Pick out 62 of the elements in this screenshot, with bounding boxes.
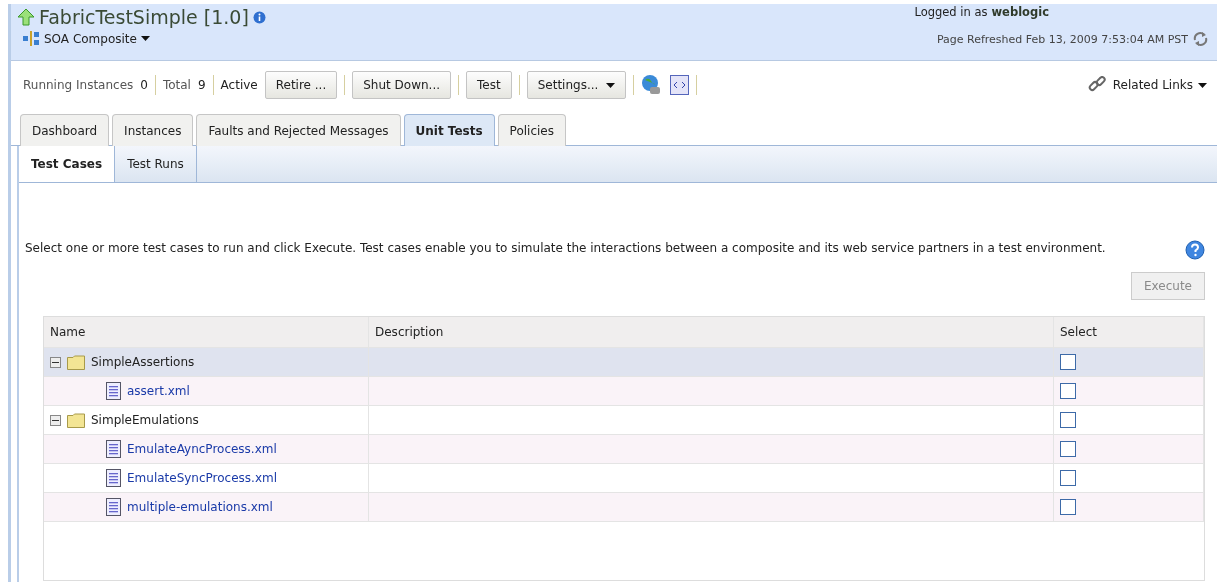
- up-arrow-icon: [17, 8, 35, 26]
- file-link[interactable]: EmulateSyncProcess.xml: [127, 471, 278, 485]
- file-link[interactable]: assert.xml: [127, 384, 190, 398]
- info-icon[interactable]: [252, 10, 266, 24]
- toolbar-button[interactable]: Test: [466, 71, 512, 99]
- caret-icon: [1198, 82, 1207, 88]
- folder-icon: [67, 354, 85, 370]
- stat-label: Total: [162, 78, 191, 92]
- toolbar-button[interactable]: Retire ...: [264, 71, 338, 99]
- collapse-icon[interactable]: [50, 414, 61, 426]
- select-checkbox[interactable]: [1060, 383, 1076, 399]
- page-title: FabricTestSimple [1.0]: [39, 6, 249, 28]
- document-icon: [106, 440, 121, 458]
- stat-value: 9: [197, 78, 206, 92]
- soa-composite-menu[interactable]: SOA Composite: [44, 31, 150, 46]
- select-checkbox[interactable]: [1060, 441, 1076, 457]
- refresh-icon[interactable]: [1192, 31, 1209, 47]
- folder-name: SimpleEmulations: [91, 413, 199, 427]
- folder-icon: [67, 412, 85, 428]
- select-checkbox[interactable]: [1060, 412, 1076, 428]
- column-header: Description: [375, 325, 444, 339]
- file-link[interactable]: EmulateAyncProcess.xml: [127, 442, 277, 456]
- select-checkbox[interactable]: [1060, 354, 1076, 370]
- logged-in-label: Logged in as: [914, 5, 988, 19]
- table-row[interactable]: SimpleAssertions: [44, 348, 1204, 377]
- related-links-menu[interactable]: Related Links: [1112, 71, 1207, 99]
- code-icon[interactable]: [670, 75, 690, 95]
- sub-tab[interactable]: Test Cases: [19, 146, 116, 182]
- tab[interactable]: Instances: [112, 114, 194, 146]
- select-checkbox[interactable]: [1060, 470, 1076, 486]
- document-icon: [106, 498, 121, 516]
- table-row[interactable]: EmulateSyncProcess.xml: [44, 464, 1204, 493]
- column-header: Select: [1060, 325, 1098, 339]
- document-icon: [106, 469, 121, 487]
- stat-label: Running Instances: [23, 78, 134, 92]
- chain-link-icon: [1087, 76, 1106, 94]
- stat-value: 0: [140, 78, 148, 92]
- tab[interactable]: Faults and Rejected Messages: [196, 114, 401, 146]
- settings-menu-button[interactable]: Settings...: [526, 71, 627, 99]
- document-icon: [106, 382, 121, 400]
- status-text: Active: [220, 78, 258, 92]
- page-refreshed-text: Page Refreshed Feb 13, 2009 7:53:04 AM PST: [936, 32, 1188, 46]
- table-row[interactable]: SimpleEmulations: [44, 406, 1204, 435]
- folder-name: SimpleAssertions: [91, 355, 195, 369]
- instructions-text: Select one or more test cases to run and click Execute. Test cases enable you to simulate the interactions between a composite and its web service partners in a test environment.: [25, 240, 1107, 256]
- caret-icon: [606, 82, 616, 88]
- tab[interactable]: Dashboard: [20, 114, 110, 146]
- collapse-icon[interactable]: [50, 356, 61, 368]
- sub-tab[interactable]: Test Runs: [115, 146, 197, 182]
- composite-icon: [23, 31, 40, 46]
- table-row[interactable]: EmulateAyncProcess.xml: [44, 435, 1204, 464]
- column-header: Name: [50, 325, 86, 339]
- tab[interactable]: Policies: [497, 114, 566, 146]
- caret-icon: [140, 36, 150, 41]
- table-row[interactable]: multiple-emulations.xml: [44, 493, 1204, 522]
- file-link[interactable]: multiple-emulations.xml: [127, 500, 273, 514]
- help-icon[interactable]: [1185, 240, 1205, 260]
- toolbar-button[interactable]: Shut Down...: [352, 71, 452, 99]
- select-checkbox[interactable]: [1060, 499, 1076, 515]
- tab[interactable]: Unit Tests: [403, 114, 495, 146]
- user-name: weblogic: [991, 5, 1049, 19]
- table-row[interactable]: assert.xml: [44, 377, 1204, 406]
